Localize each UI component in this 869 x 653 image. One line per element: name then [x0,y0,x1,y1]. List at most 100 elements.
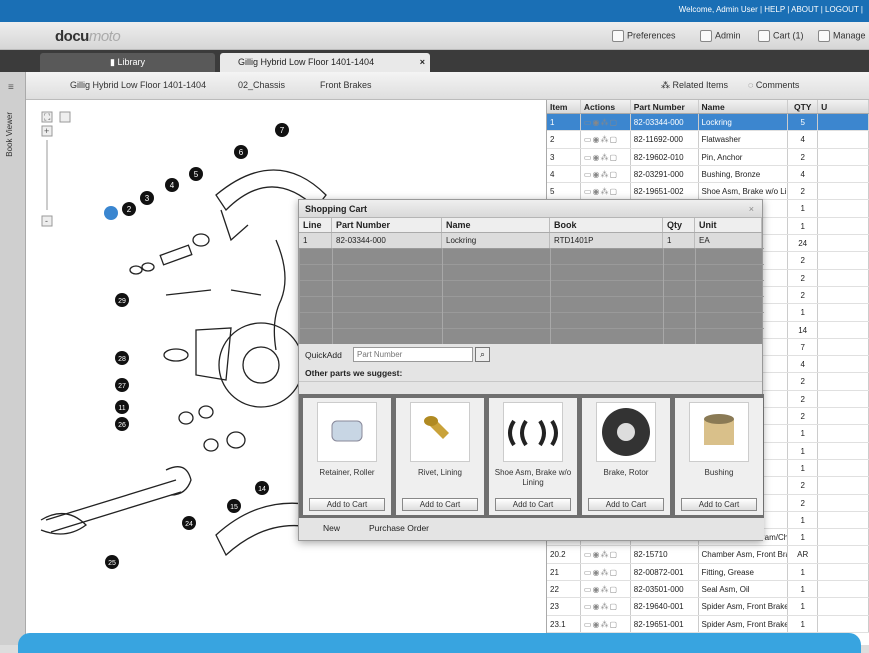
table-cell: 23.1 [547,615,581,632]
table-cell [818,131,869,148]
cart-button[interactable]: Cart (1) [758,30,804,42]
purchase-order-button[interactable]: Purchase Order [369,523,429,533]
add-to-cart-button[interactable]: Add to Cart [495,498,571,511]
row-actions-icons[interactable]: ▭◉⁂▢ [581,148,631,165]
row-actions-icons[interactable]: ▭◉⁂▢ [581,165,631,183]
retainer-image [317,402,377,462]
table-row[interactable]: 23 ▭◉⁂▢ 82-19640-001 Spider Asm, Front Brak… [547,598,869,616]
table-cell: 1 [788,200,819,217]
add-to-cart-button[interactable]: Add to Cart [309,498,385,511]
close-tab-icon[interactable]: × [420,53,425,72]
table-cell: 1 [788,598,819,615]
row-actions-icons[interactable]: ▭◉⁂▢ [581,546,631,563]
table-cell [818,373,869,390]
table-row[interactable]: 4 ▭◉⁂▢ 82-03291-000 Bushing, Bronze 4 [547,165,869,184]
callout: 28 [118,356,126,363]
tab-book[interactable]: Gillig Hybrid Low Floor 1401-1404 × [220,53,430,72]
table-cell: 1 [788,615,819,632]
related-items-button[interactable]: ⁂ Related Items [661,80,728,91]
row-actions-icons[interactable]: ▭◉⁂▢ [581,581,631,598]
callout: 4 [170,181,175,190]
rotor-image [596,402,656,462]
table-cell: 82-19602-010 [631,148,699,165]
quickadd-label: QuickAdd [305,350,342,360]
book-viewer-sidebar[interactable]: ≡ Book Viewer [0,72,26,645]
suggestion-card[interactable]: Rivet, Lining Add to Cart [396,398,484,515]
table-cell: 82-03291-000 [631,165,699,183]
table-row[interactable]: 5 ▭◉⁂▢ 82-19651-002 Shoe Asm, Brake w/o Lin… [547,183,869,201]
breadcrumb-book[interactable]: Gillig Hybrid Low Floor 1401-1404 [70,80,206,90]
table-row[interactable]: 2 ▭◉⁂▢ 82-11692-000 Flatwasher 4 [547,131,869,149]
suggestion-card[interactable]: Retainer, Roller Add to Cart [303,398,391,515]
table-cell: 2 [547,131,581,148]
suggestion-card[interactable]: Brake, Rotor Add to Cart [582,398,670,515]
shopping-cart-dialog: Shopping Cart × Line Part Number Name Book Qt… [298,199,764,541]
table-row[interactable]: 22 ▭◉⁂▢ 82-03501-000 Seal Asm, Oil 1 [547,581,869,599]
top-bar: Welcome, Admin User | HELP | ABOUT | LOG… [0,0,869,22]
row-actions-icons[interactable]: ▭◉⁂▢ [581,131,631,148]
table-cell [818,200,869,217]
book-tab-label: Gillig Hybrid Low Floor 1401-1404 [238,57,375,67]
zoom-in-icon: + [44,126,49,136]
table-cell: 22 [547,581,581,598]
tab-library[interactable]: ▮ Library [40,53,215,72]
close-icon[interactable]: × [749,200,754,218]
callout: 3 [145,194,150,203]
part-number-input[interactable] [353,347,473,362]
table-row[interactable]: 21 ▭◉⁂▢ 82-00872-001 Fitting, Grease 1 [547,563,869,582]
table-cell: 2 [788,252,819,269]
sidebar-label: Book Viewer [5,112,14,157]
row-actions-icons[interactable]: ▭◉⁂▢ [581,615,631,632]
table-cell: 2 [788,477,819,494]
table-row[interactable]: 1 ▭◉⁂▢ 82-03344-000 Lockring 5 [547,114,869,132]
table-cell [818,390,869,408]
row-actions-icons[interactable]: ▭◉⁂▢ [581,114,631,131]
callout: 5 [194,170,199,179]
suggestion-card[interactable]: Bushing Add to Cart [675,398,763,515]
search-icon[interactable]: ⌕ [475,347,490,362]
add-to-cart-button[interactable]: Add to Cart [588,498,664,511]
table-cell [818,546,869,563]
admin-button[interactable]: Admin [700,30,741,42]
callout: 15 [230,504,238,511]
table-cell: 82-19651-002 [631,183,699,200]
header-bar: documoto Preferences Admin Cart (1) Mana… [0,22,869,50]
table-row[interactable]: 23.1 ▭◉⁂▢ 82-19651-001 Spider Asm, Front Br… [547,615,869,633]
table-cell [818,338,869,356]
row-actions-icons[interactable]: ▭◉⁂▢ [581,598,631,615]
top-links[interactable]: Welcome, Admin User | HELP | ABOUT | LOG… [679,5,863,14]
row-actions-icons[interactable]: ▭◉⁂▢ [581,563,631,581]
manage-button[interactable]: Manage [818,30,866,42]
table-cell: 5 [547,183,581,200]
table-cell: 1 [788,581,819,598]
breadcrumb-page[interactable]: Front Brakes [320,80,372,90]
add-to-cart-button[interactable]: Add to Cart [402,498,478,511]
menu-icon[interactable]: ≡ [8,82,14,93]
preferences-button[interactable]: Preferences [612,30,676,42]
comments-button[interactable]: ◌ Comments [748,80,799,90]
cart-title-bar[interactable]: Shopping Cart × [299,200,762,218]
table-cell: 1 [788,442,819,459]
callout: 14 [258,486,266,493]
cart-row[interactable]: 1 82-03344-000 Lockring RTD1401P 1 EA [299,233,762,248]
new-button[interactable]: New [323,523,340,533]
table-row[interactable]: 20.2 ▭◉⁂▢ 82-15710 Chamber Asm, Front Brak A… [547,546,869,564]
cart-grid: Line Part Number Name Book Qty Unit 1 82-03344… [299,218,764,344]
table-cell: 20.2 [547,546,581,563]
table-cell [818,148,869,165]
row-actions-icons[interactable]: ▭◉⁂▢ [581,183,631,200]
table-cell [818,304,869,321]
table-cell [818,477,869,494]
table-cell: 1 [788,459,819,477]
bushing-image [689,402,749,462]
add-to-cart-button[interactable]: Add to Cart [681,498,757,511]
table-row[interactable]: 3 ▭◉⁂▢ 82-19602-010 Pin, Anchor 2 [547,148,869,166]
related-icon: ⁂ [661,80,673,90]
table-cell [818,425,869,442]
table-cell: 82-19651-001 [631,615,699,632]
breadcrumb-chapter[interactable]: 02_Chassis [238,80,285,90]
preferences-icon [612,30,624,42]
table-cell: 2 [788,408,819,425]
suggestion-card[interactable]: Shoe Asm, Brake w/o Lining Add to Cart [489,398,577,515]
table-cell [818,235,869,252]
